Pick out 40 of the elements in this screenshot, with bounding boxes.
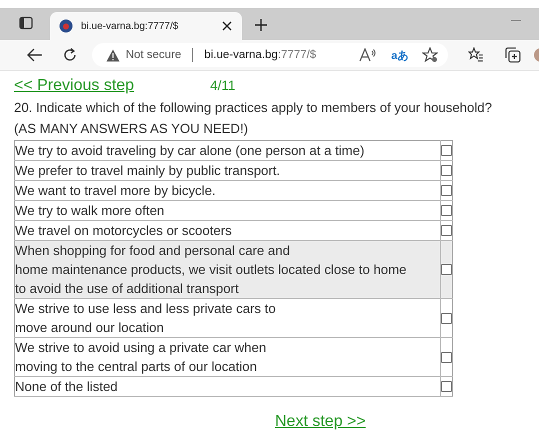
security-label: Not secure	[126, 49, 182, 61]
read-aloud-icon[interactable]	[359, 48, 378, 62]
option-label: We want to travel more by bicycle.	[14, 180, 440, 200]
option-label: We strive to avoid using a private car when moving to the central parts of our location	[14, 338, 440, 376]
favorites-icon[interactable]	[468, 47, 484, 63]
translate-icon[interactable]: aあ	[391, 48, 408, 62]
instruction-text: (AS MANY ANSWERS AS YOU NEED!)	[14, 120, 250, 138]
address-bar[interactable]: Not secure bi.ue-varna.bg:7777/$ aあ	[92, 43, 448, 67]
warning-icon	[106, 48, 120, 62]
new-tab-icon[interactable]	[254, 18, 268, 32]
checkbox[interactable]	[441, 185, 452, 196]
checkbox[interactable]	[441, 145, 452, 156]
checkbox[interactable]	[441, 352, 452, 362]
reload-icon[interactable]	[62, 47, 78, 63]
tab-actions-icon[interactable]	[19, 16, 33, 30]
checkbox[interactable]	[441, 205, 452, 216]
option-label: We prefer to travel mainly by public transport.	[14, 160, 440, 180]
option-label: We try to walk more often	[14, 200, 440, 220]
option-label: When shopping for food and personal care and home maintenance products, we visit outlets located close to home to avoid the use of additional transport	[14, 240, 440, 298]
option-label: We strive to use less and less private cars to move around our location	[14, 298, 440, 338]
browser-tab[interactable]: bi.ue-varna.bg:7777/$	[50, 12, 242, 40]
checkbox[interactable]	[441, 225, 452, 236]
favorite-star-icon[interactable]	[422, 47, 438, 63]
checkbox[interactable]	[441, 165, 452, 176]
checkbox[interactable]	[441, 312, 452, 324]
back-icon[interactable]	[27, 48, 43, 62]
next-step-link[interactable]: Next step >>	[275, 413, 366, 430]
option-label: None of the listed	[14, 376, 440, 396]
question-text: 20. Indicate which of the following practices apply to members of your household?	[14, 99, 493, 117]
collections-icon[interactable]	[505, 47, 522, 63]
checkbox[interactable]	[441, 264, 452, 275]
tab-title: bi.ue-varna.bg:7777/$	[81, 20, 180, 32]
minimize-icon[interactable]	[511, 20, 521, 22]
checkbox[interactable]	[441, 381, 452, 392]
close-icon[interactable]	[222, 21, 232, 31]
option-label: We try to avoid traveling by car alone (one person at a time)	[14, 140, 440, 160]
url-text: bi.ue-varna.bg:7777/$	[204, 49, 316, 61]
profile-icon[interactable]	[533, 47, 539, 63]
progress-counter: 4/11	[210, 78, 236, 93]
previous-step-link[interactable]: << Previous step	[14, 77, 134, 95]
